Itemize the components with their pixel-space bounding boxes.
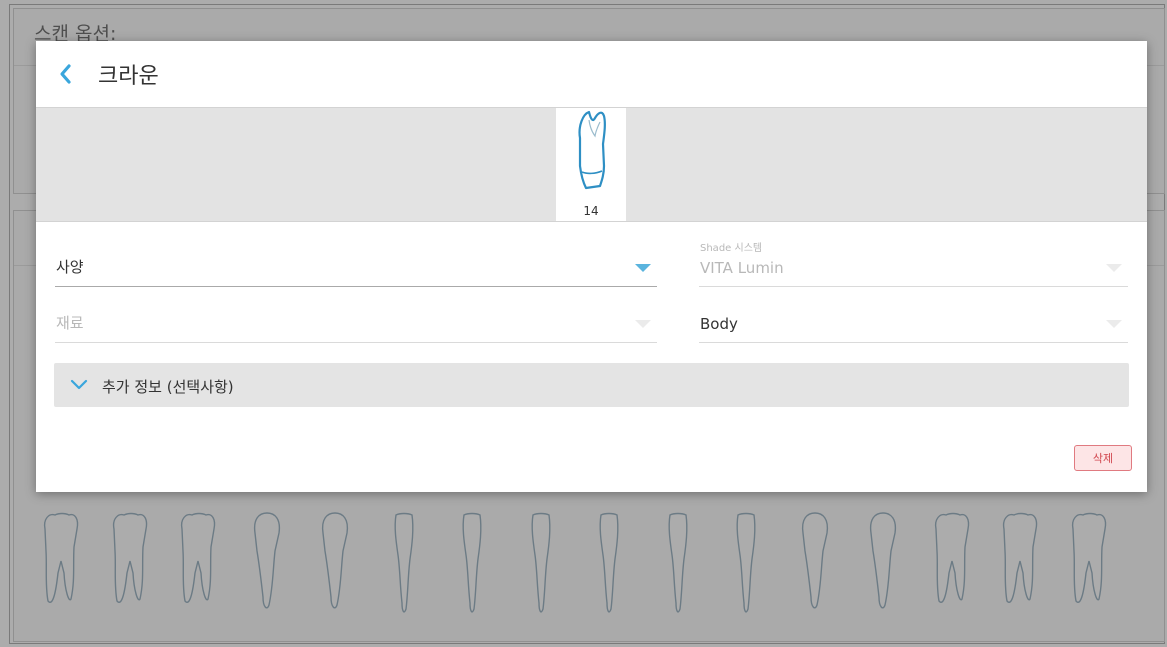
chevron-left-icon bbox=[60, 64, 71, 84]
selected-teeth-strip: 14 bbox=[36, 107, 1147, 222]
body-shade-dropdown[interactable]: Body bbox=[699, 303, 1128, 343]
additional-info-label: 추가 정보 (선택사항) bbox=[102, 378, 234, 396]
tooth-icon bbox=[578, 110, 606, 190]
selected-tooth[interactable]: 14 bbox=[556, 108, 626, 221]
dropdown-arrow-icon bbox=[635, 264, 651, 272]
back-button[interactable] bbox=[52, 61, 78, 87]
delete-button[interactable]: 삭제 bbox=[1074, 445, 1132, 471]
dialog-header: 크라운 bbox=[36, 41, 1147, 107]
dropdown-arrow-icon bbox=[635, 320, 651, 328]
shade-system-value: VITA Lumin bbox=[700, 259, 784, 277]
additional-info-toggle[interactable]: 추가 정보 (선택사항) bbox=[54, 363, 1129, 407]
chevron-down-icon bbox=[70, 379, 88, 390]
dropdown-arrow-icon bbox=[1106, 320, 1122, 328]
body-shade-value: Body bbox=[700, 315, 738, 333]
crown-dialog: 크라운 14 사양 재료 Shade 시스템 VITA Lumin Body 추… bbox=[36, 41, 1147, 492]
spec-dropdown[interactable]: 사양 bbox=[55, 247, 657, 287]
tooth-number: 14 bbox=[583, 204, 599, 218]
material-dropdown[interactable]: 재료 bbox=[55, 303, 657, 343]
shade-system-dropdown[interactable]: Shade 시스템 VITA Lumin bbox=[699, 243, 1128, 287]
material-value: 재료 bbox=[56, 314, 84, 332]
dropdown-arrow-icon bbox=[1106, 264, 1122, 272]
shade-system-label: Shade 시스템 bbox=[700, 243, 763, 254]
dialog-title: 크라운 bbox=[98, 64, 159, 89]
spec-value: 사양 bbox=[56, 258, 84, 276]
